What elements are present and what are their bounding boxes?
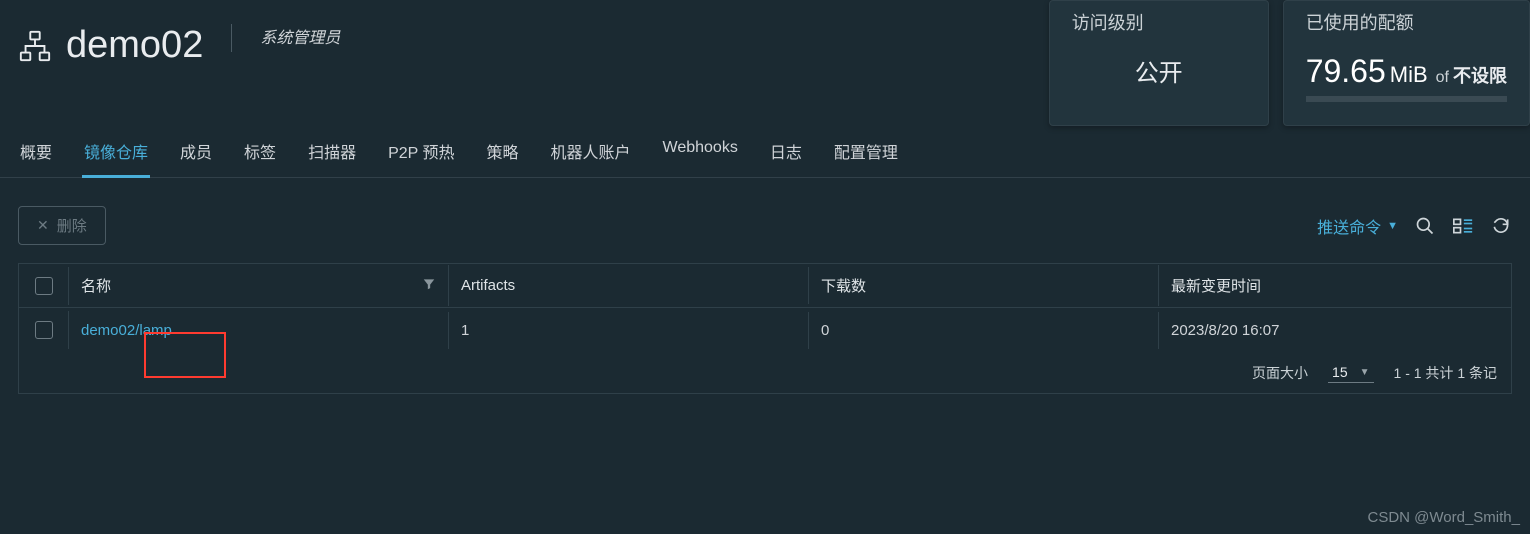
card-view-icon (1453, 218, 1473, 234)
checkbox-icon (35, 321, 53, 339)
col-name[interactable]: 名称 (69, 265, 449, 306)
page-title: demo02 (66, 24, 203, 67)
row-updated-cell: 2023/8/20 16:07 (1159, 312, 1511, 349)
quota-line: 79.65MiB of 不设限 (1306, 53, 1507, 90)
project-icon (18, 29, 52, 63)
tab-repositories[interactable]: 镜像仓库 (82, 129, 150, 178)
watermark: CSDN @Word_Smith_ (1368, 509, 1521, 526)
row-artifacts-cell: 1 (449, 312, 809, 349)
tab-webhooks[interactable]: Webhooks (661, 129, 740, 177)
tabs: 概要 镜像仓库 成员 标签 扫描器 P2P 预热 策略 机器人账户 Webhoo… (0, 129, 1530, 178)
refresh-button[interactable] (1490, 215, 1512, 237)
quota-unit: MiB (1390, 62, 1428, 88)
chevron-down-icon: ▼ (1387, 220, 1398, 232)
quota-bar (1306, 96, 1507, 102)
card-title: 访问级别 (1072, 9, 1246, 35)
table-row: demo02/lamp 1 0 2023/8/20 16:07 (19, 308, 1511, 352)
tab-labels[interactable]: 标签 (242, 129, 278, 177)
quota-of: of (1436, 69, 1449, 87)
quota-card: 已使用的配额 79.65MiB of 不设限 (1283, 0, 1530, 126)
checkbox-icon (35, 277, 53, 295)
quota-value: 79.65 (1306, 53, 1386, 90)
close-icon: ✕ (37, 217, 49, 234)
search-button[interactable] (1414, 215, 1436, 237)
refresh-icon (1491, 216, 1511, 236)
select-all-cell[interactable] (19, 267, 69, 305)
toolbar: ✕ 删除 推送命令 ▼ (0, 178, 1530, 263)
toolbar-right: 推送命令 ▼ (1317, 214, 1512, 238)
pagination-range: 1 - 1 共计 1 条记 (1394, 363, 1497, 383)
card-title: 已使用的配额 (1306, 9, 1507, 35)
table-footer: 页面大小 15 ▼ 1 - 1 共计 1 条记 (19, 352, 1511, 393)
tab-robot[interactable]: 机器人账户 (549, 129, 633, 177)
table-header: 名称 Artifacts 下载数 最新变更时间 (19, 264, 1511, 308)
tab-policy[interactable]: 策略 (484, 129, 520, 177)
row-name-cell: demo02/lamp (69, 312, 449, 349)
col-downloads[interactable]: 下载数 (809, 265, 1159, 306)
repository-link[interactable]: demo02/lamp (81, 322, 172, 339)
access-level-card: 访问级别 公开 (1049, 0, 1269, 126)
row-select-cell[interactable] (19, 311, 69, 349)
pagesize-select[interactable]: 15 ▼ (1328, 362, 1373, 383)
search-icon (1415, 216, 1435, 236)
card-view-button[interactable] (1452, 215, 1474, 237)
divider (231, 24, 232, 52)
tab-summary[interactable]: 概要 (18, 129, 54, 177)
tab-config[interactable]: 配置管理 (832, 129, 900, 177)
title-area: demo02 (18, 24, 203, 67)
tab-scanner[interactable]: 扫描器 (306, 129, 358, 177)
chevron-down-icon: ▼ (1360, 367, 1370, 378)
filter-icon[interactable] (422, 277, 436, 295)
tab-p2p[interactable]: P2P 预热 (386, 129, 456, 177)
tab-logs[interactable]: 日志 (768, 129, 804, 177)
push-command-dropdown[interactable]: 推送命令 ▼ (1317, 214, 1398, 238)
quota-limit: 不设限 (1453, 62, 1507, 88)
col-artifacts[interactable]: Artifacts (449, 267, 809, 304)
delete-button[interactable]: ✕ 删除 (18, 206, 106, 245)
row-downloads-cell: 0 (809, 312, 1159, 349)
col-updated[interactable]: 最新变更时间 (1159, 265, 1511, 306)
repository-table: 名称 Artifacts 下载数 最新变更时间 demo02/lamp 1 0 … (18, 263, 1512, 394)
pagesize-value: 15 (1332, 364, 1348, 380)
push-command-label: 推送命令 (1317, 214, 1381, 238)
summary-cards: 访问级别 公开 已使用的配额 79.65MiB of 不设限 (1049, 0, 1530, 126)
tab-members[interactable]: 成员 (178, 129, 214, 177)
col-name-label: 名称 (81, 275, 111, 296)
delete-label: 删除 (57, 215, 87, 236)
access-level-value: 公开 (1072, 53, 1246, 88)
user-role: 系统管理员 (260, 24, 340, 48)
pagesize-label: 页面大小 (1252, 363, 1308, 383)
